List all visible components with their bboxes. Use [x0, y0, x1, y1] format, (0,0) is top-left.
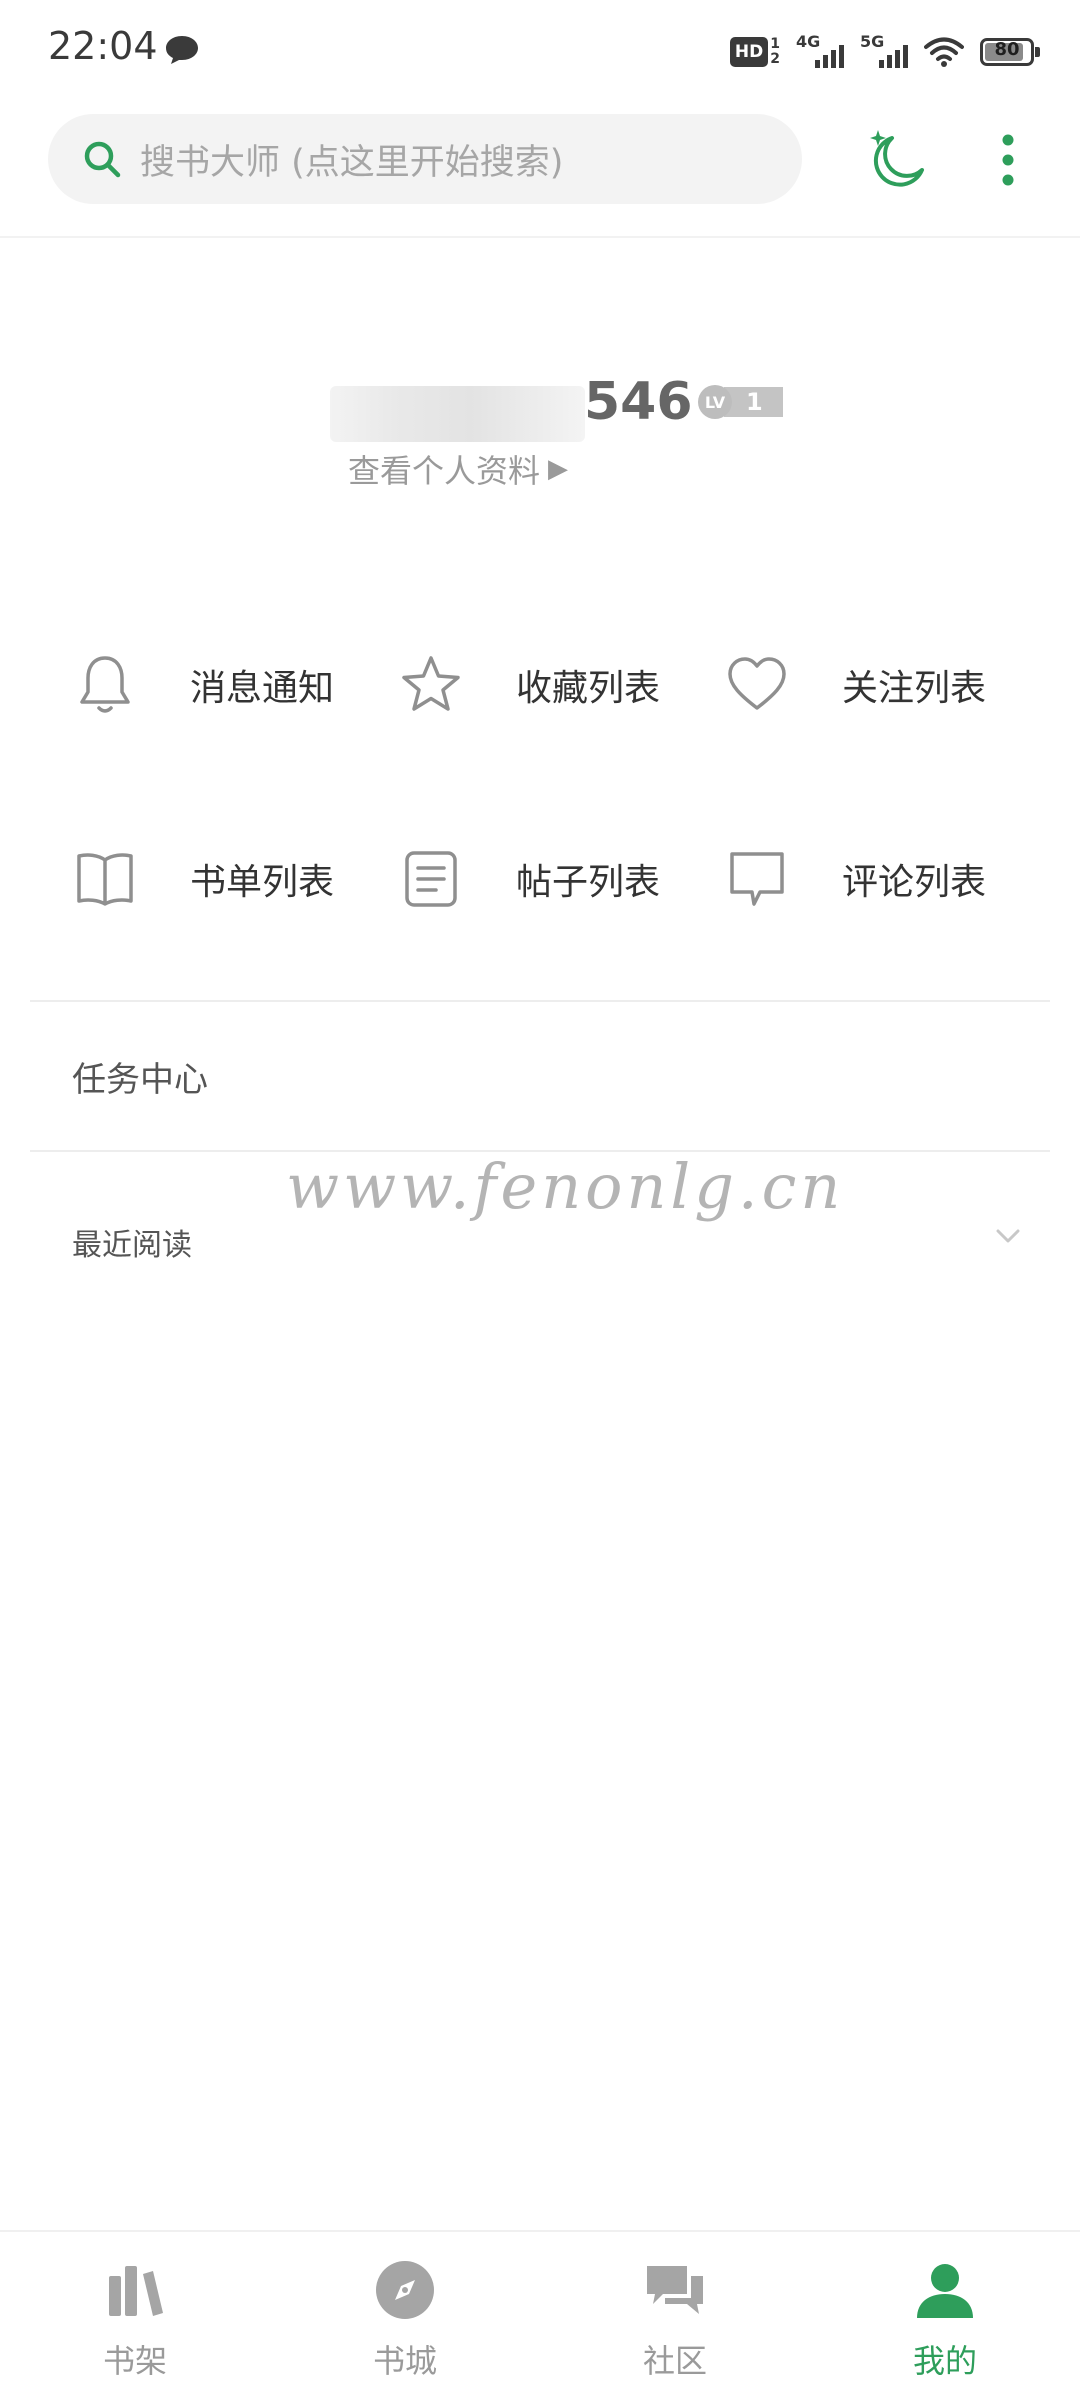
watermark: www.fenonlg.cn — [286, 1150, 845, 1223]
grid-item-following[interactable]: 关注列表 — [724, 640, 1014, 730]
nav-tab-bookstore[interactable]: 书城 — [325, 2258, 485, 2388]
nav-tab-me[interactable]: 我的 — [865, 2258, 1025, 2388]
hd-voice-icon: HD 12 — [729, 37, 780, 67]
header-divider — [0, 236, 1080, 238]
task-center-row[interactable]: 任务中心 — [72, 1052, 208, 1101]
heart-icon — [728, 657, 786, 710]
app-screen: 22:04 HD 12 4G 5G 80 搜书大师 (点这里开始搜索) 546 … — [0, 0, 1080, 2400]
grid-item-posts[interactable]: 帖子列表 — [398, 834, 688, 924]
compass-icon — [376, 2261, 434, 2319]
level-number: 1 — [724, 387, 783, 417]
nav-tab-community[interactable]: 社区 — [595, 2258, 755, 2388]
nav-tab-bookshelf[interactable]: 书架 — [55, 2258, 215, 2388]
username-redacted — [330, 386, 585, 442]
more-options-icon[interactable] — [990, 130, 1026, 190]
wifi-icon — [924, 37, 964, 67]
status-icons: HD 12 4G 5G 80 — [729, 30, 1040, 74]
clock: 22:04 — [48, 24, 158, 68]
night-mode-icon[interactable] — [864, 124, 934, 194]
message-notification-icon — [166, 36, 198, 64]
level-prefix: LV — [698, 385, 732, 419]
signal-4g-icon: 4G — [796, 32, 844, 72]
grid-item-notifications[interactable]: 消息通知 — [72, 640, 362, 730]
search-icon — [84, 141, 121, 178]
view-profile-label: 查看个人资料 — [348, 452, 541, 490]
bookshelf-icon — [109, 2266, 163, 2316]
bottom-navigation: 书架 书城 社区 我的 — [0, 2230, 1080, 2400]
person-icon — [917, 2264, 973, 2318]
status-bar: 22:04 HD 12 4G 5G 80 — [0, 0, 1080, 100]
section-divider — [30, 1000, 1050, 1002]
search-placeholder: 搜书大师 (点这里开始搜索) — [140, 142, 564, 183]
recent-reading-header[interactable]: 最近阅读 — [72, 1220, 192, 1264]
book-icon — [77, 853, 133, 906]
level-badge: LV 1 — [698, 385, 783, 419]
triangle-right-icon: ▶ — [548, 454, 569, 484]
battery-icon: 80 — [980, 38, 1040, 66]
document-icon — [405, 851, 457, 907]
view-profile-link[interactable]: 查看个人资料 ▶ — [348, 446, 568, 492]
signal-5g-icon: 5G — [860, 32, 908, 72]
comment-icon — [730, 852, 784, 906]
search-bar[interactable]: 搜书大师 (点这里开始搜索) — [48, 114, 802, 204]
grid-item-favorites[interactable]: 收藏列表 — [398, 640, 688, 730]
grid-item-comments[interactable]: 评论列表 — [724, 834, 1014, 924]
chevron-down-icon[interactable] — [994, 1222, 1022, 1250]
star-icon — [402, 656, 460, 711]
grid-item-booklists[interactable]: 书单列表 — [72, 834, 362, 924]
bell-icon — [80, 656, 130, 713]
username[interactable]: 546 — [584, 372, 693, 432]
chat-bubbles-icon — [647, 2266, 703, 2314]
